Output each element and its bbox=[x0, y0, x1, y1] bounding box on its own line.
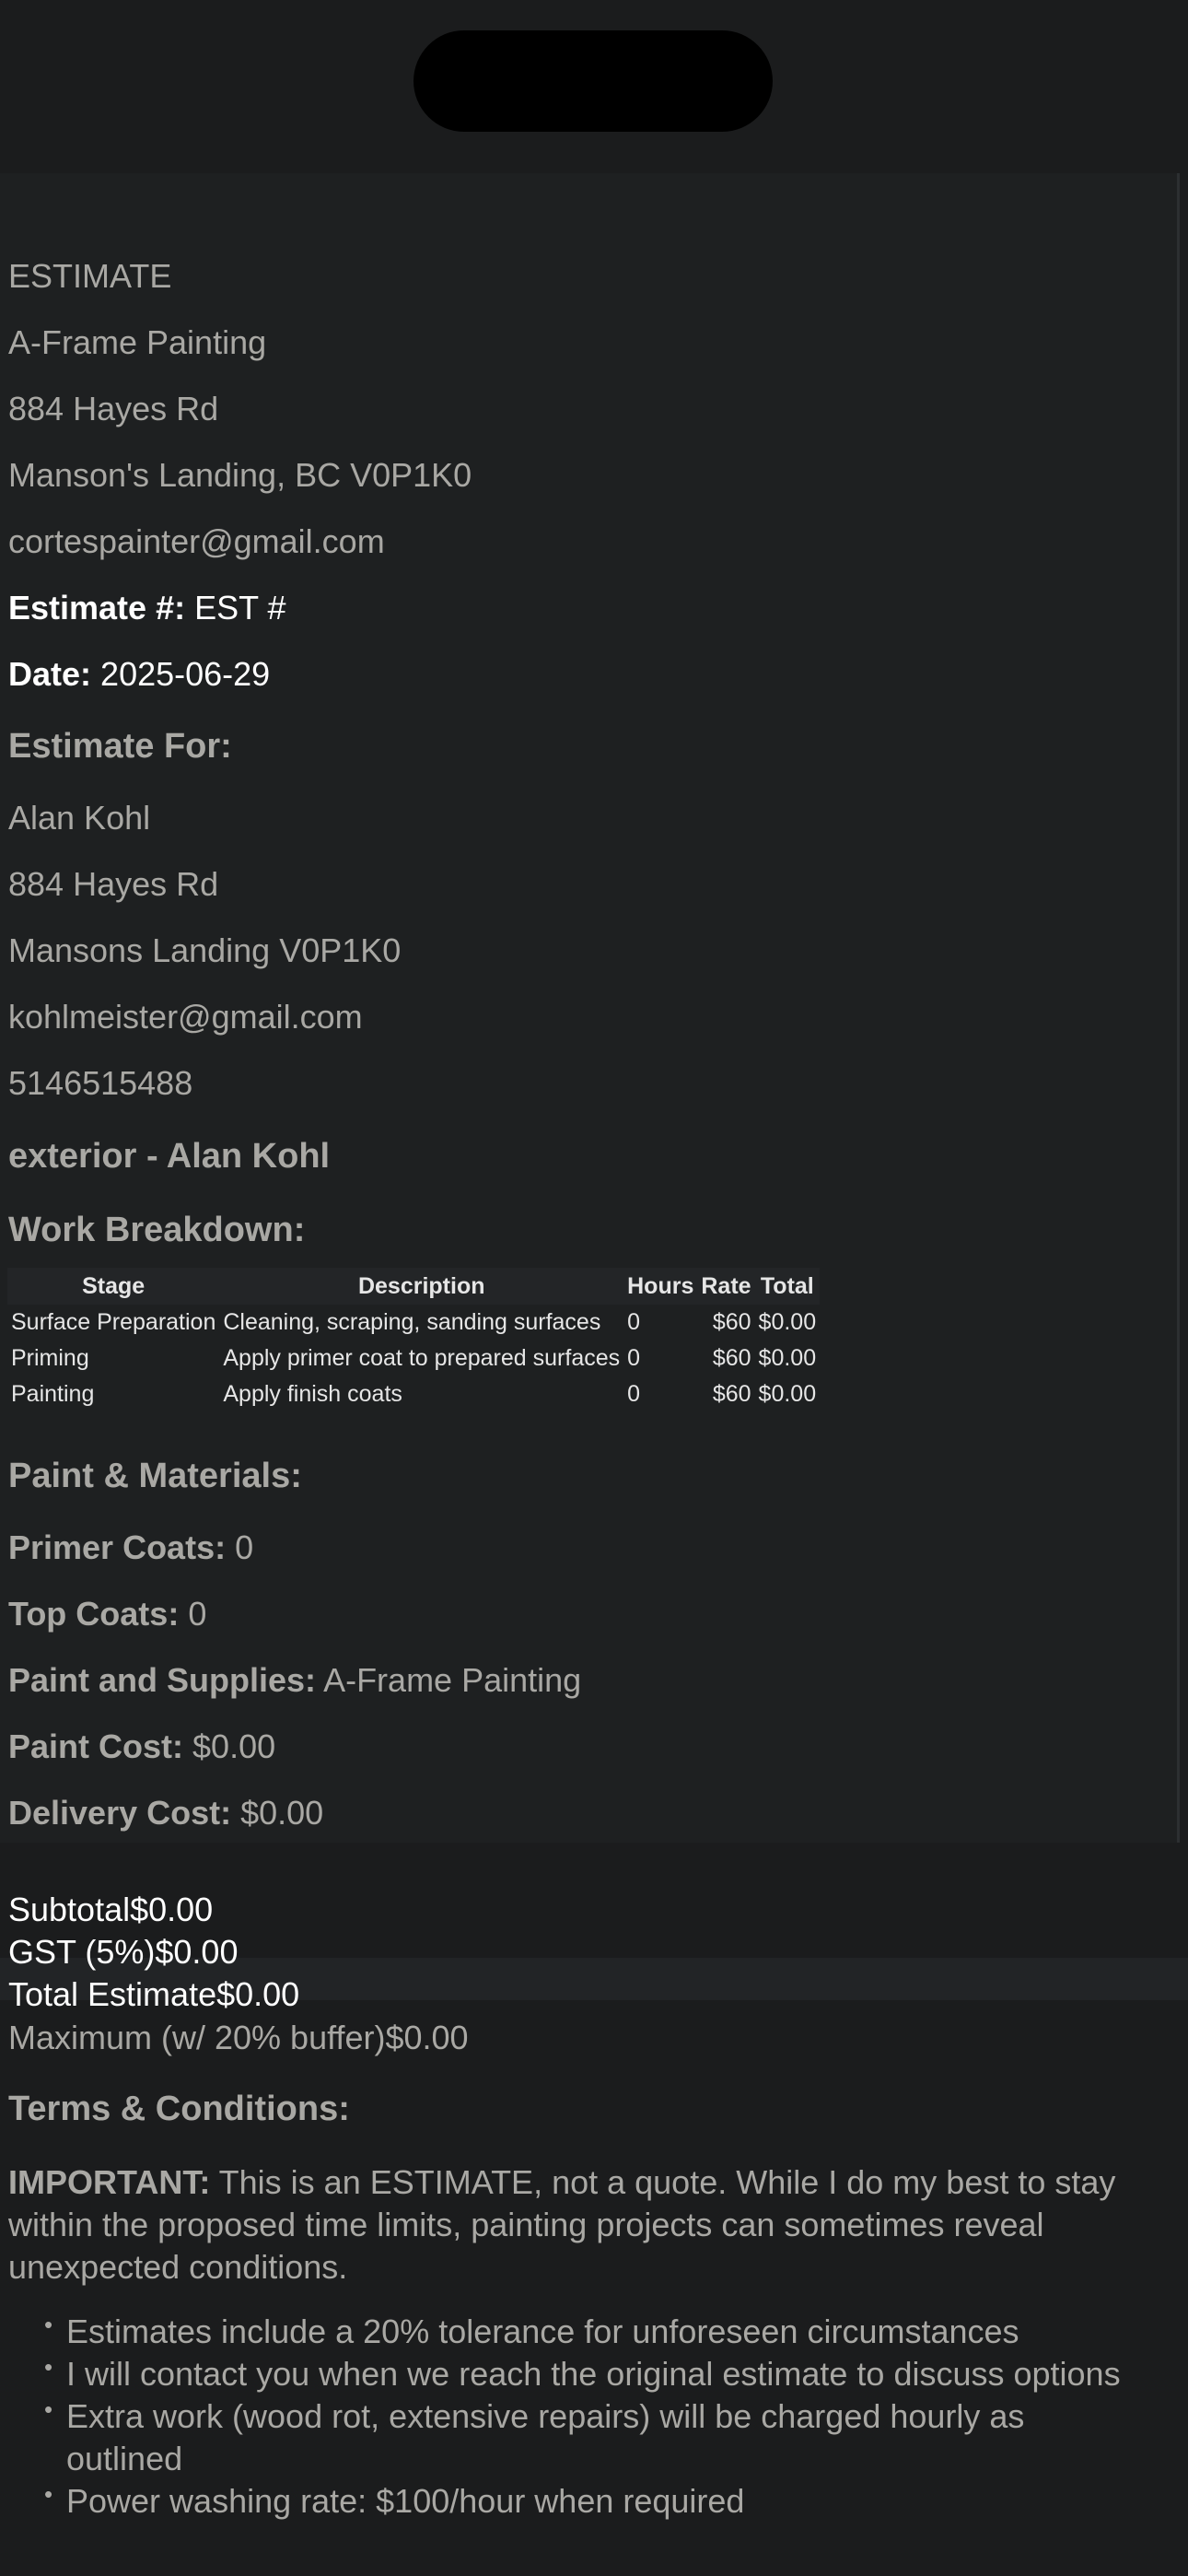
terms-list: Estimates include a 20% tolerance for un… bbox=[37, 2303, 1142, 2523]
total-estimate-value: $0.00 bbox=[216, 1975, 300, 2013]
paint-cost: Paint Cost: $0.00 bbox=[8, 1727, 275, 1767]
list-item: I will contact you when we reach the ori… bbox=[37, 2346, 1142, 2395]
terms-heading: Terms & Conditions: bbox=[8, 2090, 350, 2128]
cell-total: $0.00 bbox=[758, 1345, 817, 1371]
cell-stage: Surface Preparation bbox=[11, 1309, 216, 1335]
cell-description: Apply finish coats bbox=[223, 1381, 402, 1407]
primer-coats: Primer Coats: 0 bbox=[8, 1528, 253, 1568]
client-email: kohlmeister@gmail.com bbox=[8, 998, 363, 1036]
cell-hours: 0 bbox=[627, 1309, 641, 1335]
maximum-value: $0.00 bbox=[385, 2019, 469, 2056]
cell-rate: $60 bbox=[712, 1345, 751, 1371]
cell-total: $0.00 bbox=[758, 1381, 817, 1407]
estimate-for-heading: Estimate For: bbox=[8, 727, 232, 766]
client-address-line1: 884 Hayes Rd bbox=[8, 865, 219, 903]
cell-total: $0.00 bbox=[758, 1309, 817, 1335]
subtotal-value: $0.00 bbox=[130, 1891, 214, 1928]
primer-coats-label: Primer Coats: bbox=[8, 1528, 227, 1566]
estimate-date: Date: 2025-06-29 bbox=[8, 654, 270, 695]
company-address-line2: Manson's Landing, BC V0P1K0 bbox=[8, 456, 472, 494]
delivery-cost-value: $0.00 bbox=[240, 1794, 324, 1832]
maximum-label: Maximum (w/ 20% buffer) bbox=[8, 2019, 386, 2056]
client-phone: 5146515488 bbox=[8, 1064, 193, 1102]
important-paragraph: IMPORTANT: This is an ESTIMATE, not a qu… bbox=[8, 2161, 1178, 2289]
table-row: Surface Preparation Cleaning, scraping, … bbox=[7, 1305, 820, 1341]
cell-hours: 0 bbox=[627, 1381, 641, 1407]
maximum-row: Maximum (w/ 20% buffer)$0.00 bbox=[8, 2018, 469, 2058]
delivery-cost: Delivery Cost: $0.00 bbox=[8, 1793, 323, 1833]
estimate-number-value: EST # bbox=[194, 589, 286, 626]
company-email: cortespainter@gmail.com bbox=[8, 522, 385, 560]
column-header-total: Total bbox=[754, 1268, 821, 1305]
table-header-row: Stage Description Hours Rate Total bbox=[7, 1268, 821, 1305]
scrollbar[interactable] bbox=[1177, 173, 1180, 1843]
subtotal-row: Subtotal$0.00 bbox=[8, 1890, 213, 1930]
cell-rate: $60 bbox=[712, 1381, 751, 1407]
gst-value: $0.00 bbox=[155, 1933, 239, 1971]
work-breakdown-heading: Work Breakdown: bbox=[8, 1211, 306, 1249]
column-header-stage: Stage bbox=[7, 1268, 220, 1305]
paint-supplies: Paint and Supplies: A-Frame Painting bbox=[8, 1660, 581, 1701]
column-header-rate: Rate bbox=[697, 1268, 755, 1305]
total-estimate-row: Total Estimate$0.00 bbox=[8, 1974, 299, 2015]
paint-supplies-value: A-Frame Painting bbox=[323, 1661, 582, 1699]
paint-cost-value: $0.00 bbox=[192, 1727, 276, 1765]
estimate-number: Estimate #: EST # bbox=[8, 588, 285, 628]
company-name: A-Frame Painting bbox=[8, 323, 267, 361]
cell-description: Apply primer coat to prepared surfaces bbox=[223, 1345, 621, 1371]
work-breakdown-table: Stage Description Hours Rate Total Surfa… bbox=[7, 1268, 821, 1412]
list-item: Extra work (wood rot, extensive repairs)… bbox=[37, 2388, 1142, 2480]
table-row: Priming Apply primer coat to prepared su… bbox=[7, 1341, 820, 1376]
client-name: Alan Kohl bbox=[8, 799, 151, 837]
client-address-line2: Mansons Landing V0P1K0 bbox=[8, 931, 402, 969]
date-label: Date: bbox=[8, 655, 92, 693]
delivery-cost-label: Delivery Cost: bbox=[8, 1794, 232, 1832]
cell-rate: $60 bbox=[712, 1309, 751, 1335]
top-coats-label: Top Coats: bbox=[8, 1595, 180, 1633]
column-header-description: Description bbox=[219, 1268, 624, 1305]
date-value: 2025-06-29 bbox=[100, 655, 271, 693]
column-header-hours: Hours bbox=[623, 1268, 698, 1305]
cell-stage: Painting bbox=[11, 1381, 95, 1407]
paint-cost-label: Paint Cost: bbox=[8, 1727, 184, 1765]
table-row: Painting Apply finish coats 0 $60 $0.00 bbox=[7, 1376, 820, 1412]
paint-supplies-label: Paint and Supplies: bbox=[8, 1661, 317, 1699]
cell-hours: 0 bbox=[627, 1345, 641, 1371]
primer-coats-value: 0 bbox=[235, 1528, 254, 1566]
dynamic-island bbox=[413, 30, 773, 132]
list-item: Estimates include a 20% tolerance for un… bbox=[37, 2303, 1142, 2353]
project-title: exterior - Alan Kohl bbox=[8, 1137, 331, 1176]
list-item: Power washing rate: $100/hour when requi… bbox=[37, 2473, 1142, 2523]
doc-type-title: ESTIMATE bbox=[8, 257, 172, 295]
cell-description: Cleaning, scraping, sanding surfaces bbox=[223, 1309, 601, 1335]
subtotal-label: Subtotal bbox=[8, 1891, 131, 1928]
company-address-line1: 884 Hayes Rd bbox=[8, 390, 219, 427]
important-label: IMPORTANT: bbox=[8, 2163, 211, 2201]
paint-materials-heading: Paint & Materials: bbox=[8, 1457, 302, 1495]
gst-row: GST (5%)$0.00 bbox=[8, 1932, 238, 1973]
cell-stage: Priming bbox=[11, 1345, 89, 1371]
gst-label: GST (5%) bbox=[8, 1933, 156, 1971]
total-estimate-label: Total Estimate bbox=[8, 1975, 217, 2013]
estimate-number-label: Estimate #: bbox=[8, 589, 186, 626]
top-coats: Top Coats: 0 bbox=[8, 1594, 206, 1634]
top-coats-value: 0 bbox=[188, 1595, 207, 1633]
